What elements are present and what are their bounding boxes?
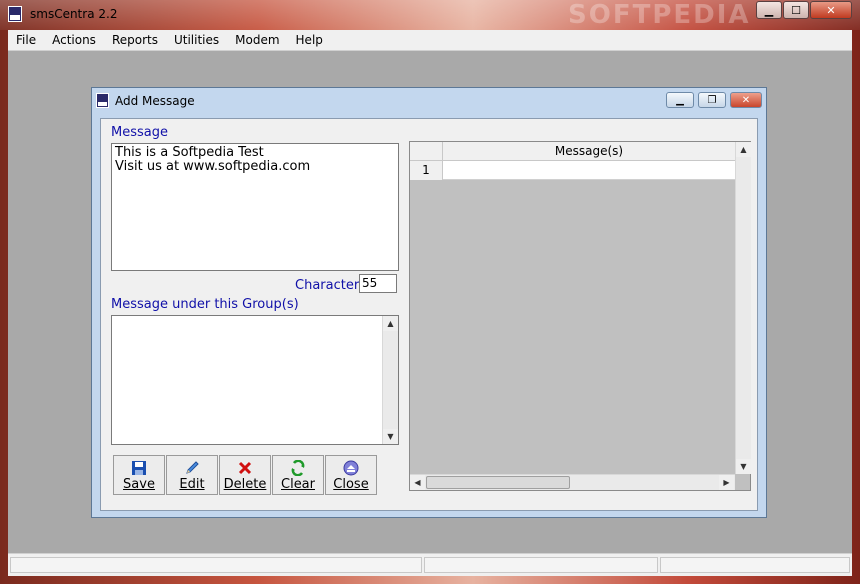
menu-bar: File Actions Reports Utilities Modem Hel… (8, 30, 852, 51)
green-arrows-icon (289, 459, 307, 477)
menu-utilities[interactable]: Utilities (166, 33, 227, 47)
app-titlebar: smsCentra 2.2 SOFTPEDIA ▁ ☐ ✕ (0, 0, 860, 30)
close-dialog-button[interactable]: Close (325, 455, 377, 495)
close-button[interactable]: ✕ (810, 1, 852, 19)
message-textarea[interactable]: This is a Softpedia Test Visit us at www… (111, 143, 399, 271)
scroll-down-icon[interactable]: ▼ (736, 459, 751, 474)
scroll-left-icon[interactable]: ◀ (410, 475, 425, 490)
red-x-icon (236, 460, 254, 476)
add-message-window: Add Message ▁ ❐ ✕ Message This is a Soft… (91, 87, 767, 518)
scroll-right-icon[interactable]: ▶ (719, 475, 734, 490)
dialog-restore-button[interactable]: ❐ (698, 92, 726, 108)
sms-icon (8, 6, 22, 22)
action-toolbar: Save Edit Delete Clear Close (113, 455, 378, 495)
dialog-title: Add Message (115, 94, 195, 108)
grid-header-messages[interactable]: Message(s) (443, 142, 735, 161)
menu-reports[interactable]: Reports (104, 33, 166, 47)
pencil-icon (183, 460, 201, 476)
dialog-minimize-button[interactable]: ▁ (666, 92, 694, 108)
save-button[interactable]: Save (113, 455, 165, 495)
grid-horizontal-scrollbar[interactable]: ◀ ▶ (410, 474, 735, 490)
app-title: smsCentra 2.2 (30, 7, 118, 21)
messages-grid[interactable]: Message(s) 1 ▲ ▼ ◀ ▶ (409, 141, 751, 491)
dialog-titlebar: Add Message ▁ ❐ ✕ (92, 88, 766, 114)
grid-corner (410, 142, 443, 161)
watermark: SOFTPEDIA (568, 0, 751, 30)
scroll-up-icon[interactable]: ▲ (736, 142, 751, 157)
close-label: Close (333, 477, 369, 492)
menu-actions[interactable]: Actions (44, 33, 104, 47)
grid-cell[interactable] (443, 161, 735, 180)
message-line: This is a Softpedia Test (115, 145, 264, 160)
menu-file[interactable]: File (8, 33, 44, 47)
maximize-button[interactable]: ☐ (783, 1, 809, 19)
app-frame: File Actions Reports Utilities Modem Hel… (8, 30, 852, 576)
save-label: Save (123, 477, 155, 492)
clear-label: Clear (281, 477, 315, 492)
message-line: Visit us at www.softpedia.com (115, 159, 311, 174)
scroll-up-icon[interactable]: ▲ (383, 316, 398, 331)
minimize-button[interactable]: ▁ (756, 1, 782, 19)
sms-icon (96, 93, 109, 108)
group-label: Message under this Group(s) (111, 297, 299, 312)
dialog-client: Message This is a Softpedia Test Visit u… (100, 118, 758, 511)
status-pane (424, 557, 658, 573)
menu-modem[interactable]: Modem (227, 33, 287, 47)
group-listbox[interactable]: ▲ ▼ (111, 315, 399, 445)
character-label: Character (295, 278, 360, 293)
eject-icon (342, 460, 360, 476)
grid-scroll-thumb[interactable] (426, 476, 570, 489)
dialog-controls: ▁ ❐ ✕ (662, 92, 762, 108)
status-bar (8, 553, 852, 576)
status-pane (660, 557, 850, 573)
window-controls: ▁ ☐ ✕ (755, 1, 852, 19)
floppy-disk-icon (130, 460, 148, 476)
grid-vertical-scrollbar[interactable]: ▲ ▼ (735, 142, 751, 474)
edit-button[interactable]: Edit (166, 455, 218, 495)
character-count-field[interactable]: 55 (359, 274, 397, 293)
delete-button[interactable]: Delete (219, 455, 271, 495)
menu-help[interactable]: Help (288, 33, 331, 47)
message-label: Message (111, 125, 168, 140)
status-pane (10, 557, 422, 573)
group-scrollbar[interactable]: ▲ ▼ (382, 316, 398, 444)
dialog-close-button[interactable]: ✕ (730, 92, 762, 108)
grid-row-header[interactable]: 1 (410, 161, 443, 180)
delete-label: Delete (223, 477, 267, 492)
edit-label: Edit (179, 477, 205, 492)
clear-button[interactable]: Clear (272, 455, 324, 495)
scroll-down-icon[interactable]: ▼ (383, 429, 398, 444)
